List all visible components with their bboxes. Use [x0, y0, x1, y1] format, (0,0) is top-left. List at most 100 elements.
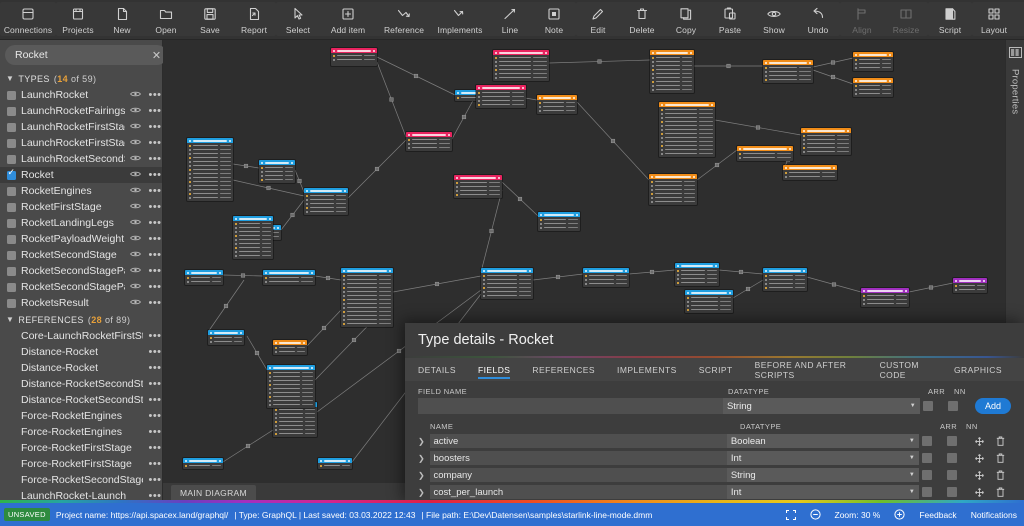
search-input[interactable]	[15, 49, 150, 61]
diagram-node[interactable]	[331, 48, 377, 66]
toolbar-button-undo[interactable]: Undo	[796, 2, 840, 36]
toolbar-button-edit[interactable]: Edit	[576, 2, 620, 36]
diagram-node[interactable]	[650, 50, 694, 93]
field-arr-checkbox[interactable]	[922, 453, 932, 463]
properties-label[interactable]: Properties	[1010, 69, 1021, 114]
section-header-types[interactable]: ▼ TYPES (14 of 59)	[0, 70, 162, 87]
zoom-in-button[interactable]	[887, 503, 912, 526]
diagram-node[interactable]	[583, 268, 629, 287]
sidebar-type-item[interactable]: LaunchRocketFirstStageCo •••	[0, 135, 162, 151]
diagram-node[interactable]	[853, 78, 893, 97]
diagram-node[interactable]	[685, 290, 733, 313]
diagram-node[interactable]	[675, 263, 719, 286]
toolbar-button-report[interactable]: Report	[232, 2, 276, 36]
dialog-tab-before-and-after-scripts[interactable]: BEFORE AND AFTER SCRIPTS	[755, 358, 869, 381]
diagram-node[interactable]	[763, 268, 807, 291]
sidebar-type-item[interactable]: RocketSecondStagePayloa •••	[0, 279, 162, 295]
visibility-eye-icon[interactable]	[130, 265, 143, 277]
field-name-value[interactable]: active	[430, 434, 727, 448]
field-delete-icon[interactable]	[990, 487, 1011, 497]
dialog-tab-implements[interactable]: IMPLEMENTS	[617, 358, 688, 381]
toolbar-button-add-item[interactable]: Add item	[320, 2, 376, 36]
type-more-icon[interactable]: •••	[148, 185, 162, 197]
diagram-node[interactable]	[208, 330, 244, 345]
field-delete-icon[interactable]	[990, 470, 1011, 480]
diagram-node[interactable]	[659, 102, 715, 157]
diagram-node[interactable]	[649, 174, 697, 205]
type-more-icon[interactable]: •••	[148, 217, 162, 229]
dialog-tab-custom-code[interactable]: CUSTOM CODE	[880, 358, 943, 381]
field-delete-icon[interactable]	[990, 436, 1011, 446]
visibility-eye-icon[interactable]	[130, 297, 143, 309]
type-checkbox[interactable]	[7, 139, 16, 148]
new-field-name-input[interactable]	[418, 398, 723, 414]
field-nn-checkbox[interactable]	[947, 453, 957, 463]
new-field-nn-checkbox[interactable]	[948, 401, 958, 411]
toolbar-button-delete[interactable]: Delete	[620, 2, 664, 36]
visibility-eye-icon[interactable]	[130, 169, 143, 181]
diagram-node[interactable]	[783, 165, 837, 180]
field-datatype-select[interactable]: String▼	[727, 468, 919, 482]
diagram-node[interactable]	[267, 365, 315, 408]
new-field-datatype-select[interactable]: String ▼	[723, 398, 920, 414]
diagram-node[interactable]	[763, 60, 813, 83]
diagram-node[interactable]	[953, 278, 987, 293]
diagram-node[interactable]	[183, 458, 223, 469]
diagram-node[interactable]	[263, 270, 315, 285]
dialog-tab-fields[interactable]: FIELDS	[478, 358, 521, 381]
field-name-value[interactable]: company	[430, 468, 727, 482]
toolbar-button-paste[interactable]: Paste	[708, 2, 752, 36]
toolbar-button-implements[interactable]: Implements	[432, 2, 488, 36]
visibility-eye-icon[interactable]	[130, 105, 143, 117]
visibility-eye-icon[interactable]	[130, 201, 143, 213]
dialog-tab-references[interactable]: REFERENCES	[532, 358, 606, 381]
zoom-out-button[interactable]	[803, 503, 828, 526]
sidebar-reference-item[interactable]: Distance-Rocket •••	[0, 360, 162, 376]
zoom-level[interactable]: Zoom: 30 %	[828, 503, 888, 526]
field-row[interactable]: ❯ company String▼	[405, 467, 1024, 483]
type-more-icon[interactable]: •••	[148, 169, 162, 181]
diagram-node[interactable]	[493, 50, 549, 81]
sidebar-reference-item[interactable]: Core-LaunchRocketFirstSta •••	[0, 328, 162, 344]
type-more-icon[interactable]: •••	[148, 89, 162, 101]
diagram-node[interactable]	[341, 268, 393, 327]
sidebar-reference-item[interactable]: Force-RocketFirstStage •••	[0, 456, 162, 472]
field-arr-checkbox[interactable]	[922, 470, 932, 480]
field-nn-checkbox[interactable]	[947, 470, 957, 480]
sidebar-type-item[interactable]: Rocket •••	[0, 167, 162, 183]
type-checkbox[interactable]	[7, 155, 16, 164]
sidebar-type-item[interactable]: RocketEngines •••	[0, 183, 162, 199]
toolbar-button-select[interactable]: Select	[276, 2, 320, 36]
expand-row-icon[interactable]: ❯	[418, 437, 430, 446]
sidebar-reference-item[interactable]: Force-RocketSecondStage •••	[0, 472, 162, 488]
field-datatype-select[interactable]: Int▼	[727, 485, 919, 499]
field-row[interactable]: ❯ cost_per_launch Int▼	[405, 484, 1024, 500]
diagram-node[interactable]	[853, 52, 893, 71]
toolbar-button-line[interactable]: Line	[488, 2, 532, 36]
visibility-eye-icon[interactable]	[130, 233, 143, 245]
field-name-value[interactable]: cost_per_launch	[430, 485, 727, 499]
reference-more-icon[interactable]: •••	[148, 362, 162, 374]
reference-more-icon[interactable]: •••	[148, 394, 162, 406]
toolbar-button-projects[interactable]: Projects	[56, 2, 100, 36]
type-checkbox[interactable]	[7, 251, 16, 260]
diagram-node[interactable]	[233, 216, 273, 259]
sidebar-type-item[interactable]: LaunchRocketSecondStage •••	[0, 151, 162, 167]
sidebar-type-item[interactable]: RocketsResult •••	[0, 295, 162, 311]
field-move-icon[interactable]	[969, 454, 990, 463]
reference-more-icon[interactable]: •••	[148, 378, 162, 390]
reference-more-icon[interactable]: •••	[148, 442, 162, 454]
diagram-node[interactable]	[737, 146, 793, 161]
sidebar-type-item[interactable]: LaunchRocketFirstStage •••	[0, 119, 162, 135]
field-nn-checkbox[interactable]	[947, 436, 957, 446]
diagram-node[interactable]	[185, 270, 223, 285]
expand-row-icon[interactable]: ❯	[418, 454, 430, 463]
field-row[interactable]: ❯ active Boolean▼	[405, 433, 1024, 449]
type-more-icon[interactable]: •••	[148, 105, 162, 117]
diagram-node[interactable]	[537, 95, 577, 114]
toolbar-button-line-mode[interactable]: Line mode	[1016, 2, 1024, 36]
field-move-icon[interactable]	[969, 437, 990, 446]
feedback-button[interactable]: Feedback	[912, 503, 963, 526]
toolbar-button-copy[interactable]: Copy	[664, 2, 708, 36]
field-row[interactable]: ❯ boosters Int▼	[405, 450, 1024, 466]
